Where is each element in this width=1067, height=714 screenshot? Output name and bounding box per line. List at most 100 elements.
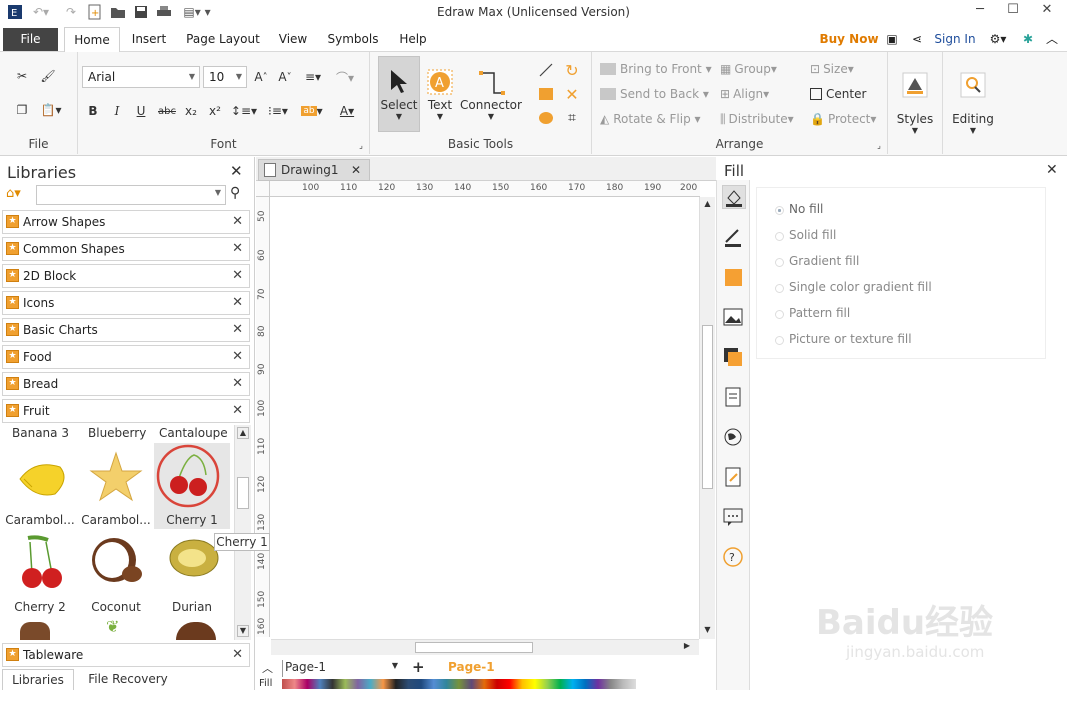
text-direction-icon[interactable]: ⌒▾: [333, 66, 357, 88]
italic-icon[interactable]: I: [108, 100, 126, 122]
shape-carambola-1[interactable]: Carambol...: [2, 443, 78, 529]
library-item-bread[interactable]: ★ Bread ✕: [2, 372, 250, 396]
canvas-hscrollbar[interactable]: ▶: [271, 639, 699, 655]
library-home-icon[interactable]: ⌂▾: [6, 186, 32, 204]
page-icon[interactable]: [722, 386, 746, 410]
arc-tool-icon[interactable]: ↻: [562, 60, 582, 80]
paste-icon[interactable]: 📋▾: [36, 100, 66, 120]
shape-label-banana-3[interactable]: Banana 3: [12, 426, 69, 440]
library-item-basic-charts[interactable]: ★ Basic Charts ✕: [2, 318, 250, 342]
format-painter-icon[interactable]: 🖌: [38, 66, 58, 86]
shape-label-cantaloupe[interactable]: Cantaloupe: [159, 426, 228, 440]
crop-tool-icon[interactable]: ⌗: [562, 108, 582, 128]
scroll-down-icon[interactable]: ▼: [237, 625, 249, 637]
close-library-icon[interactable]: ✕: [232, 373, 243, 395]
tab-file-recovery[interactable]: File Recovery: [78, 669, 178, 690]
layer-icon[interactable]: [722, 346, 746, 370]
tab-view[interactable]: View: [272, 27, 314, 52]
subscript-icon[interactable]: x₂: [182, 100, 200, 122]
bold-icon[interactable]: B: [84, 100, 102, 122]
fill-option-solid[interactable]: Solid fill: [775, 228, 836, 242]
search-icon[interactable]: ⚲: [230, 185, 240, 201]
close-library-icon[interactable]: ✕: [232, 211, 243, 233]
shrink-font-icon[interactable]: A ˅: [275, 66, 295, 88]
align-button[interactable]: ⊞ Align ▾: [720, 85, 792, 103]
shape-carambola-2[interactable]: Carambol...: [78, 443, 154, 529]
strikethrough-icon[interactable]: abc: [156, 100, 178, 122]
scroll-down-icon[interactable]: ▼: [702, 625, 713, 636]
collapse-ribbon-icon[interactable]: ︿: [1042, 27, 1062, 52]
shape-coconut[interactable]: Coconut: [78, 530, 154, 616]
underline-icon[interactable]: U: [132, 100, 150, 122]
shape-cherry-2[interactable]: Cherry 2: [2, 530, 78, 616]
shape-cherry-1[interactable]: Cherry 1: [154, 443, 230, 529]
cut-icon[interactable]: ✂: [12, 66, 32, 86]
rotate-flip-button[interactable]: ◭ Rotate & Flip ▾: [600, 110, 718, 128]
library-item-icons[interactable]: ★ Icons ✕: [2, 291, 250, 315]
scrollbar-thumb[interactable]: [237, 477, 249, 509]
highlight-icon[interactable]: ab ▾: [298, 100, 326, 122]
editing-button[interactable]: Editing ▼: [947, 58, 999, 148]
menu-file[interactable]: File: [3, 28, 58, 51]
copy-icon[interactable]: ❐: [12, 100, 32, 120]
color-swatches[interactable]: [282, 679, 636, 689]
font-color-icon[interactable]: A▾: [334, 100, 360, 122]
distribute-button[interactable]: ⫼ Distribute ▾: [720, 110, 804, 128]
grow-font-icon[interactable]: A ˄: [251, 66, 271, 88]
close-library-icon[interactable]: ✕: [232, 346, 243, 368]
globe-icon[interactable]: [722, 426, 746, 450]
sign-in-link[interactable]: Sign In: [931, 27, 979, 52]
fill-option-pattern[interactable]: Pattern fill: [775, 306, 850, 320]
library-item-arrow-shapes[interactable]: ★ Arrow Shapes ✕: [2, 210, 250, 234]
shape-label-blueberry[interactable]: Blueberry: [88, 426, 146, 440]
page-select[interactable]: Page-1 ▼: [282, 660, 400, 677]
superscript-icon[interactable]: x²: [206, 100, 224, 122]
close-library-icon[interactable]: ✕: [232, 292, 243, 314]
tab-help[interactable]: Help: [392, 27, 434, 52]
select-tool-button[interactable]: Select ▼: [378, 56, 420, 132]
fill-tool-icon[interactable]: [722, 185, 746, 209]
close-libraries-icon[interactable]: ✕: [230, 162, 243, 180]
document-tab[interactable]: Drawing1 ✕: [258, 159, 370, 181]
partial-shape[interactable]: [20, 622, 50, 640]
font-size-select[interactable]: 10 ▼: [203, 66, 247, 88]
scroll-right-icon[interactable]: ▶: [681, 641, 693, 653]
comment-icon[interactable]: [722, 506, 746, 530]
group-button[interactable]: ▦ Group ▾: [720, 60, 792, 78]
drawing-canvas[interactable]: [271, 198, 699, 638]
bring-to-front-button[interactable]: Bring to Front ▾: [600, 60, 718, 78]
image-icon[interactable]: [722, 306, 746, 330]
bullets-icon[interactable]: ⁝≡▾: [264, 100, 292, 122]
canvas-vscrollbar[interactable]: ▲ ▼: [699, 197, 715, 639]
partial-shape[interactable]: [176, 622, 216, 640]
maximize-icon[interactable]: ☐: [998, 2, 1028, 22]
fill-option-no-fill[interactable]: No fill: [775, 202, 823, 216]
fill-option-single-color-gradient[interactable]: Single color gradient fill: [775, 280, 932, 294]
library-item-fruit[interactable]: ★ Fruit ✕: [2, 399, 250, 423]
close-library-icon[interactable]: ✕: [232, 400, 243, 422]
size-button[interactable]: ⊡ Size ▾: [810, 60, 872, 78]
shadow-icon[interactable]: [722, 266, 746, 290]
cross-tool-icon[interactable]: ✕: [562, 84, 582, 104]
library-item-tableware[interactable]: ★ Tableware ✕: [2, 643, 250, 667]
rectangle-tool-icon[interactable]: [536, 84, 556, 104]
line-spacing-icon[interactable]: ↕≡▾: [230, 100, 258, 122]
tab-insert[interactable]: Insert: [124, 27, 174, 52]
library-item-common-shapes[interactable]: ★ Common Shapes ✕: [2, 237, 250, 261]
tab-libraries[interactable]: Libraries: [2, 669, 74, 690]
connector-tool-button[interactable]: Connector ▼: [460, 56, 522, 132]
scroll-up-icon[interactable]: ▲: [702, 199, 713, 210]
line-tool-icon[interactable]: [536, 60, 556, 80]
close-library-icon[interactable]: ✕: [232, 644, 243, 666]
note-icon[interactable]: [722, 466, 746, 490]
center-button[interactable]: Center: [810, 85, 876, 103]
library-item-food[interactable]: ★ Food ✕: [2, 345, 250, 369]
partial-shape[interactable]: ❦: [106, 617, 128, 639]
scrollbar-thumb[interactable]: [702, 325, 713, 489]
close-tab-icon[interactable]: ✕: [351, 160, 361, 180]
line-style-icon[interactable]: [722, 226, 746, 250]
close-library-icon[interactable]: ✕: [232, 319, 243, 341]
arrange-dialog-launcher-icon[interactable]: ⌟: [874, 140, 884, 150]
page-tab-active[interactable]: Page-1: [448, 660, 495, 674]
close-window-icon[interactable]: ✕: [1032, 2, 1062, 22]
